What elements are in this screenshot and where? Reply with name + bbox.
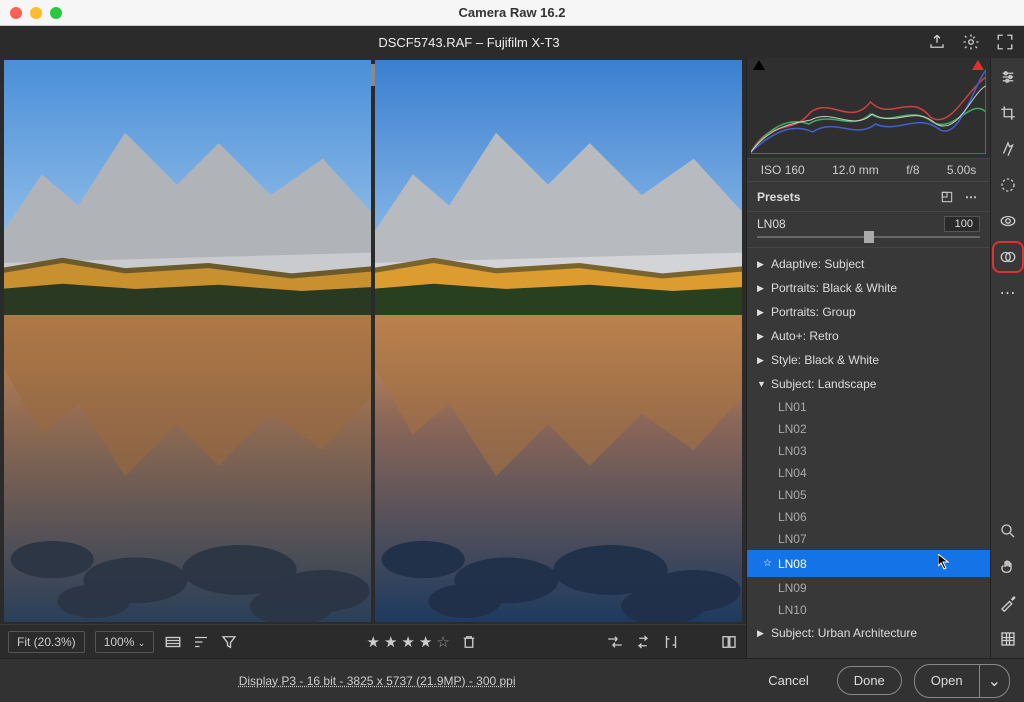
fullscreen-icon[interactable]	[996, 33, 1014, 51]
preset-item-label: LN06	[778, 510, 807, 524]
settings-icon[interactable]	[962, 33, 980, 51]
viewer-bottom-bar: Fit (20.3%) 100% ⌄ ★ ★ ★ ★ ☆	[0, 624, 746, 658]
preset-item[interactable]: ☆LN07	[747, 528, 990, 550]
presets-icon[interactable]	[997, 246, 1019, 268]
preset-group-label: Portraits: Black & White	[771, 281, 897, 295]
preset-item[interactable]: ☆LN09	[747, 577, 990, 599]
preset-amount-label: LN08	[757, 217, 786, 231]
preset-item-label: LN03	[778, 444, 807, 458]
presets-title: Presets	[757, 190, 800, 204]
preset-group-label: Adaptive: Subject	[771, 257, 864, 271]
window-titlebar: Camera Raw 16.2	[0, 0, 1024, 26]
zoom-icon[interactable]	[997, 520, 1019, 542]
more-icon[interactable]: ⋯	[997, 282, 1019, 304]
cancel-button[interactable]: Cancel	[752, 667, 824, 694]
highlight-clip-icon[interactable]	[972, 60, 984, 70]
preset-item-label: LN05	[778, 488, 807, 502]
filter-icon[interactable]	[220, 633, 238, 651]
before-image[interactable]	[4, 60, 371, 622]
preset-item[interactable]: ☆LN04	[747, 462, 990, 484]
preset-item-label: LN02	[778, 422, 807, 436]
cursor-icon	[938, 554, 950, 573]
tool-strip: ⋯	[990, 58, 1024, 658]
preset-item[interactable]: ☆LN02	[747, 418, 990, 440]
image-info[interactable]: Display P3 - 16 bit - 3825 x 5737 (21.9M…	[239, 674, 516, 688]
aperture-value: f/8	[906, 163, 919, 177]
histogram[interactable]	[747, 58, 990, 158]
done-button[interactable]: Done	[837, 666, 902, 695]
open-dropdown-icon[interactable]: ⌄	[979, 665, 1009, 697]
trash-icon[interactable]	[460, 633, 478, 651]
before-after-toggle-icon[interactable]	[720, 633, 738, 651]
preset-group[interactable]: ▶Adaptive: Subject	[747, 252, 990, 276]
preset-amount-row: LN08 100	[747, 212, 990, 248]
preset-item[interactable]: ☆LN06	[747, 506, 990, 528]
star-icon[interactable]: ★	[419, 633, 432, 651]
image-compare-view[interactable]: Before After	[0, 58, 746, 624]
compare-sync-icon[interactable]	[634, 633, 652, 651]
right-panel: ISO 160 12.0 mm f/8 5.00s Presets ⋯ LN08…	[746, 58, 990, 658]
preset-group[interactable]: ▼Subject: Landscape	[747, 372, 990, 396]
preset-item-label: LN09	[778, 581, 807, 595]
preset-group-label: Auto+: Retro	[771, 329, 839, 343]
hand-icon[interactable]	[997, 556, 1019, 578]
app-header: DSCF5743.RAF – Fujifilm X-T3	[0, 26, 1024, 58]
preset-group-label: Subject: Urban Architecture	[771, 626, 917, 640]
zoom-fit-dropdown[interactable]: Fit (20.3%)	[8, 631, 85, 653]
preset-item-label: LN08	[778, 557, 807, 571]
star-icon[interactable]: ★	[367, 633, 380, 651]
star-icon[interactable]: ★	[384, 633, 397, 651]
favorite-icon[interactable]: ☆	[763, 558, 772, 569]
filmstrip-icon[interactable]	[164, 633, 182, 651]
presets-panel-header: Presets ⋯	[747, 182, 990, 212]
compare-settings-icon[interactable]	[662, 633, 680, 651]
preset-list[interactable]: ▶Adaptive: Subject▶Portraits: Black & Wh…	[747, 248, 990, 658]
preset-item[interactable]: ☆LN01	[747, 396, 990, 418]
preset-item[interactable]: ☆LN05	[747, 484, 990, 506]
preset-amount-value[interactable]: 100	[944, 216, 980, 232]
sort-icon[interactable]	[192, 633, 210, 651]
preset-group[interactable]: ▶Style: Black & White	[747, 348, 990, 372]
presets-thumb-icon[interactable]	[940, 190, 954, 204]
presets-menu-icon[interactable]: ⋯	[962, 188, 980, 206]
preset-item-label: LN07	[778, 532, 807, 546]
preset-amount-slider[interactable]	[757, 232, 980, 242]
shadow-clip-icon[interactable]	[753, 60, 765, 70]
focal-value: 12.0 mm	[832, 163, 879, 177]
compare-swap-icon[interactable]	[606, 633, 624, 651]
shutter-value: 5.00s	[947, 163, 976, 177]
rating-stars[interactable]: ★ ★ ★ ★ ☆	[367, 633, 450, 651]
preset-group-label: Style: Black & White	[771, 353, 879, 367]
preset-group[interactable]: ▶Auto+: Retro	[747, 324, 990, 348]
mask-icon[interactable]	[997, 174, 1019, 196]
sampler-icon[interactable]	[997, 592, 1019, 614]
file-header-label: DSCF5743.RAF – Fujifilm X-T3	[10, 35, 928, 50]
star-icon[interactable]: ☆	[436, 633, 449, 651]
after-image[interactable]	[375, 60, 742, 622]
crop-icon[interactable]	[997, 102, 1019, 124]
exif-row: ISO 160 12.0 mm f/8 5.00s	[747, 158, 990, 182]
healing-icon[interactable]	[997, 138, 1019, 160]
preset-item[interactable]: ☆LN03	[747, 440, 990, 462]
preset-group[interactable]: ▶Portraits: Black & White	[747, 276, 990, 300]
preset-item[interactable]: ☆ LN08	[747, 550, 990, 577]
preset-group[interactable]: ▶Portraits: Group	[747, 300, 990, 324]
preset-item-label: LN04	[778, 466, 807, 480]
zoom-level-dropdown[interactable]: 100% ⌄	[95, 631, 155, 653]
iso-value: ISO 160	[761, 163, 805, 177]
export-icon[interactable]	[928, 33, 946, 51]
preset-item-label: LN01	[778, 400, 807, 414]
preset-group[interactable]: ▶Subject: Urban Architecture	[747, 621, 990, 645]
preset-item[interactable]: ☆LN10	[747, 599, 990, 621]
preset-group-label: Subject: Landscape	[771, 377, 876, 391]
preset-group-label: Portraits: Group	[771, 305, 856, 319]
open-button[interactable]: Open	[915, 667, 979, 694]
edit-sliders-icon[interactable]	[997, 66, 1019, 88]
preset-item-label: LN10	[778, 603, 807, 617]
app-footer: Display P3 - 16 bit - 3825 x 5737 (21.9M…	[0, 658, 1024, 702]
window-title: Camera Raw 16.2	[0, 5, 1024, 20]
star-icon[interactable]: ★	[401, 633, 414, 651]
grid-icon[interactable]	[997, 628, 1019, 650]
redeye-icon[interactable]	[997, 210, 1019, 232]
